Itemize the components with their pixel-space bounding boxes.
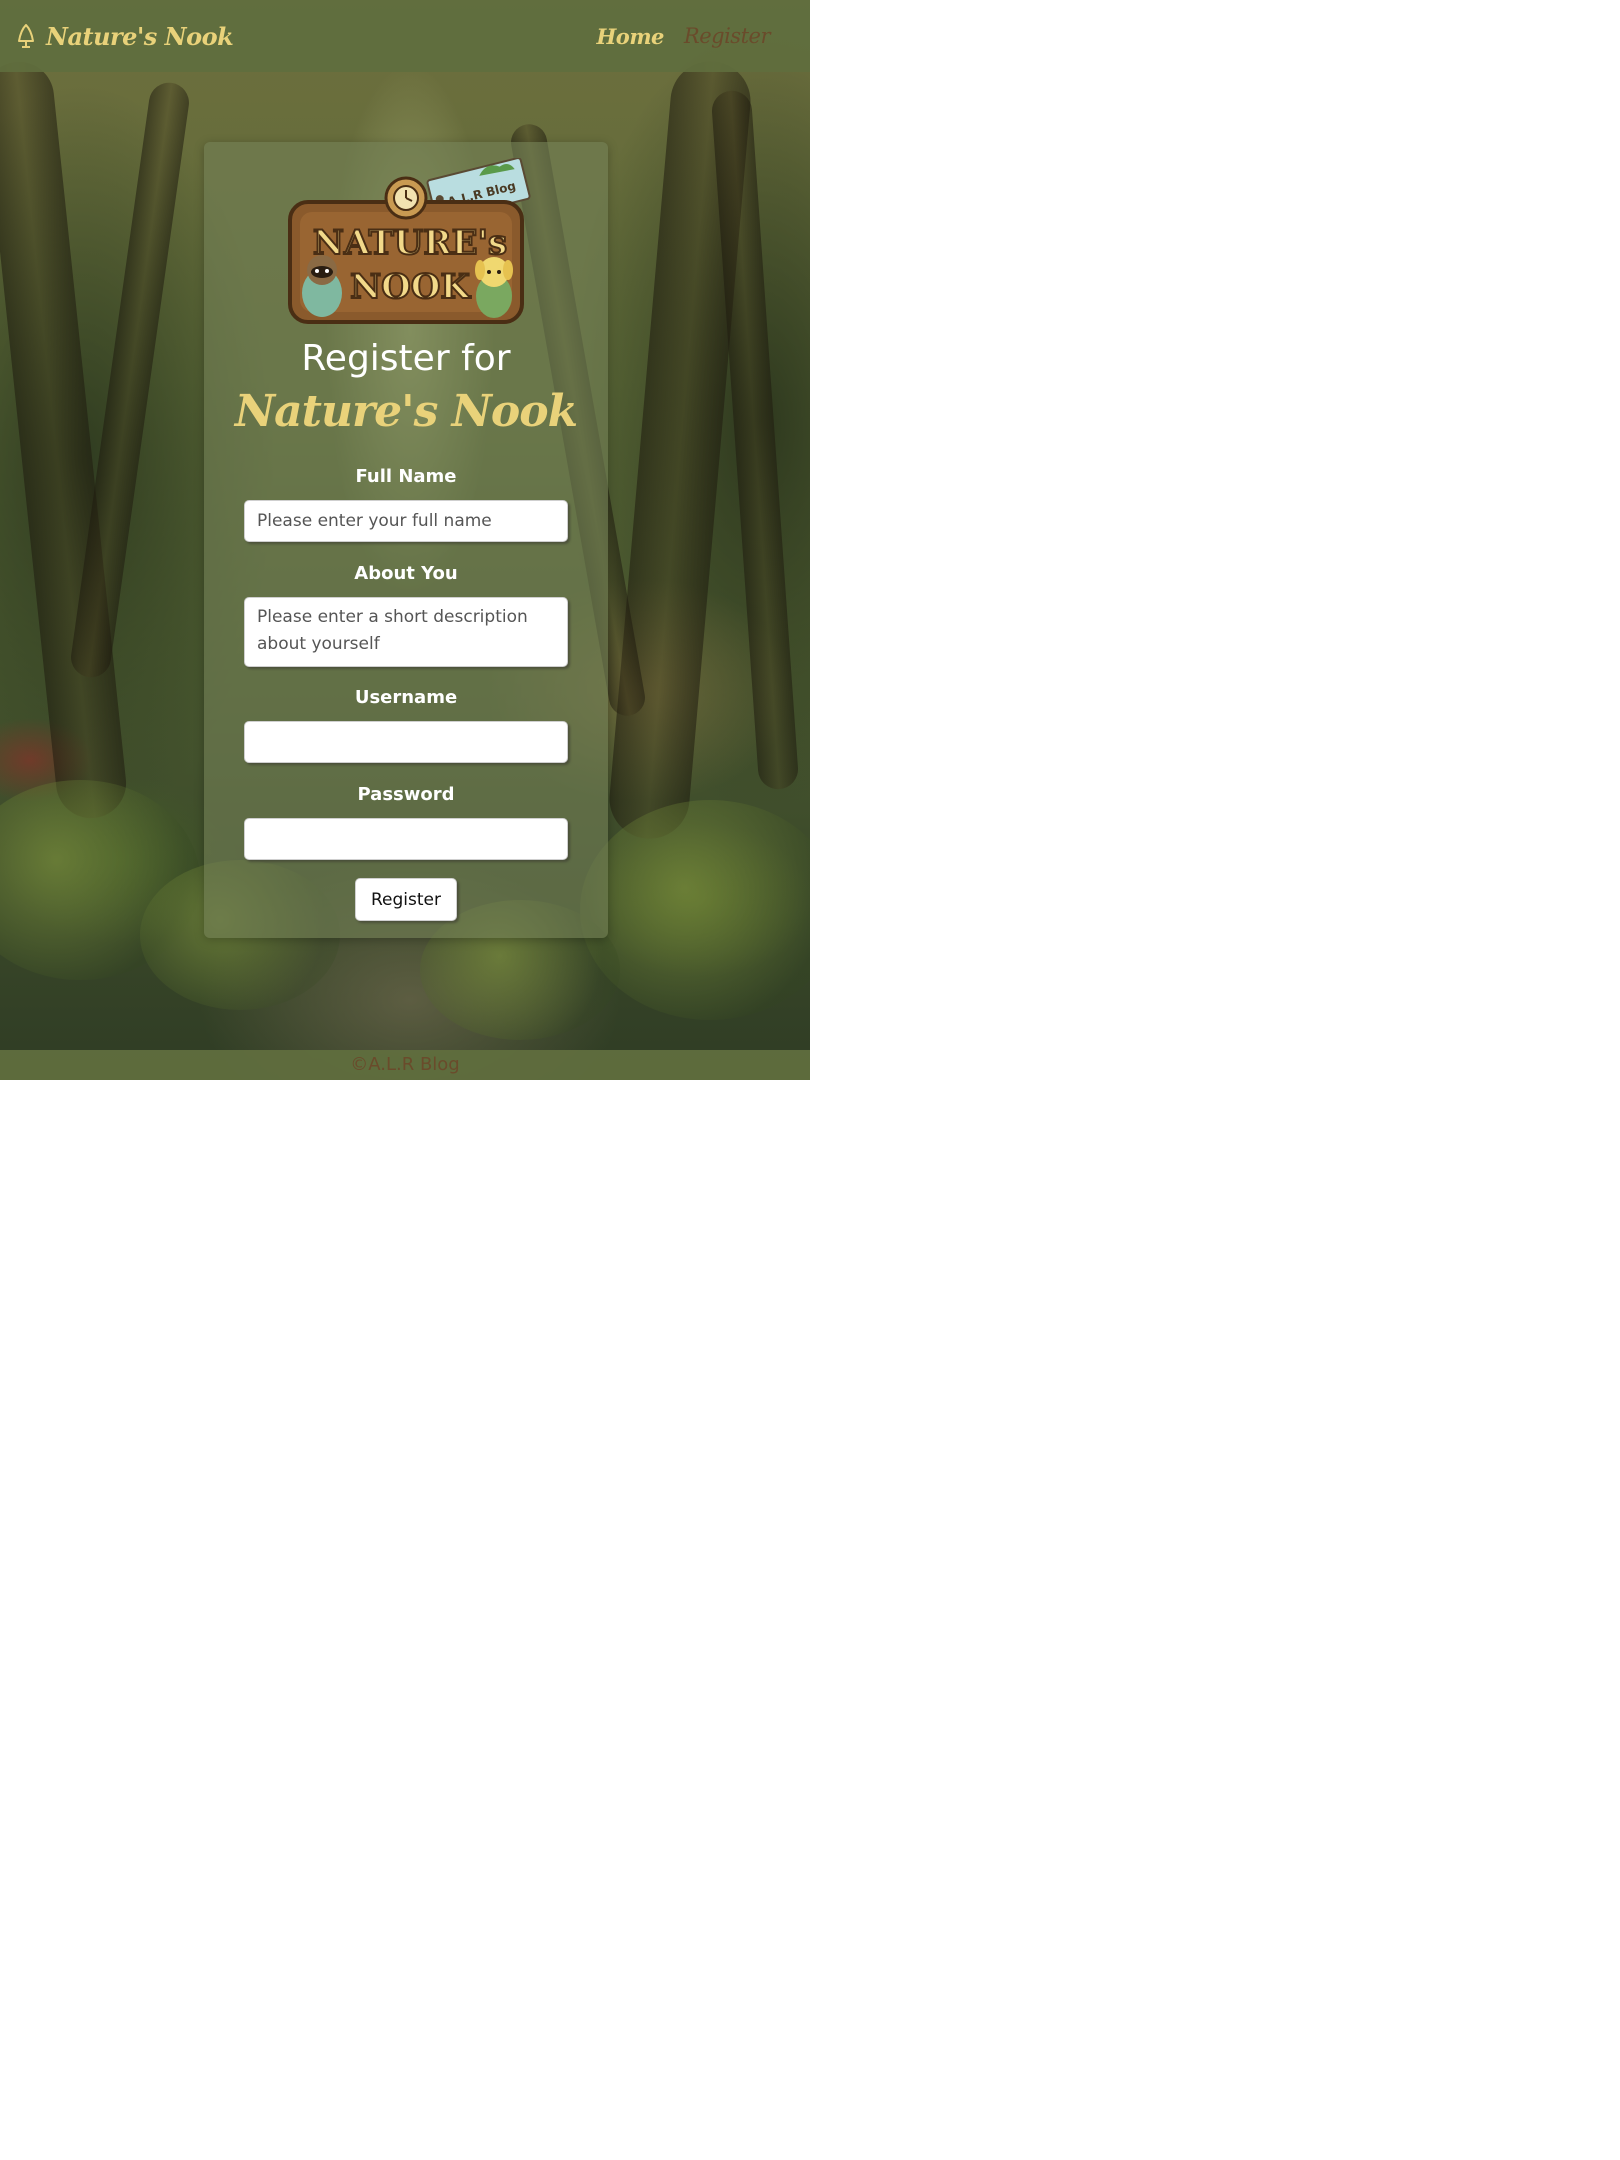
password-input[interactable]: [244, 818, 568, 860]
logo-line2: NOOK: [350, 267, 471, 307]
about-you-textarea[interactable]: [244, 597, 568, 667]
full-name-input[interactable]: [244, 500, 568, 542]
nav-links: Home Register: [596, 24, 770, 49]
register-heading-brand: Nature's Nook: [234, 386, 578, 437]
username-label: Username: [354, 687, 458, 708]
register-button[interactable]: Register: [355, 878, 457, 921]
natures-nook-logo: A.L.R Blog NATURE's NOOK: [288, 158, 531, 324]
page: Nature's Nook Home Register A.L.R Blog N…: [0, 0, 810, 1080]
nav-link-register[interactable]: Register: [684, 24, 771, 49]
full-name-label: Full Name: [355, 466, 457, 487]
register-heading: Register for: [301, 338, 511, 379]
username-input[interactable]: [244, 721, 568, 763]
navbar: Nature's Nook Home Register: [0, 0, 810, 72]
footer-copyright: ©A.L.R Blog: [350, 1054, 460, 1075]
register-card: A.L.R Blog NATURE's NOOK Register for Na…: [204, 142, 608, 938]
brand-name: Nature's Nook: [46, 21, 234, 51]
footer: ©A.L.R Blog: [0, 1050, 810, 1080]
tree-icon: [18, 24, 34, 48]
about-you-label: About You: [354, 563, 458, 584]
logo-line1: NATURE's: [313, 223, 507, 263]
nav-link-home[interactable]: Home: [596, 24, 664, 49]
brand-link[interactable]: Nature's Nook: [16, 21, 234, 51]
password-label: Password: [357, 784, 455, 805]
dog-character-icon: [475, 257, 513, 318]
